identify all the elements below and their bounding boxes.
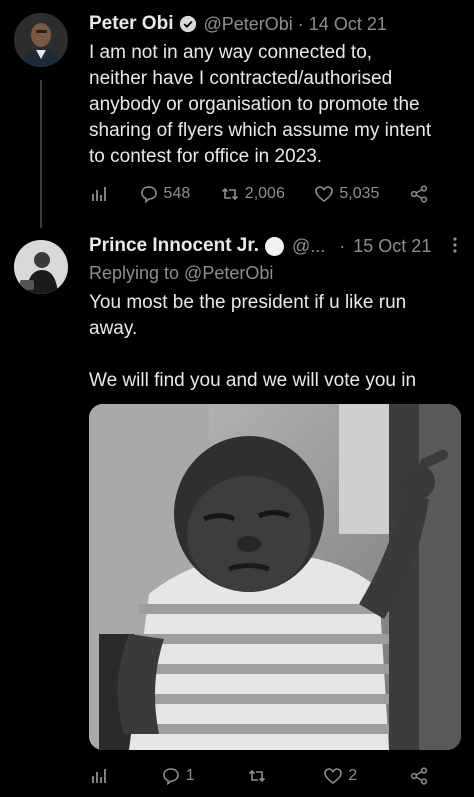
share-button[interactable] (409, 766, 429, 786)
retweet-icon (248, 769, 265, 783)
tweet-text-line: neither have I contracted/authorised (89, 68, 393, 89)
share-button[interactable] (409, 184, 429, 204)
tweet-text: You most be the president if u like run … (89, 290, 464, 394)
author-handle[interactable]: @... (292, 236, 325, 257)
analytics-icon (92, 187, 106, 201)
share-icon (410, 767, 428, 785)
author-name[interactable]: Prince Innocent Jr. (89, 235, 259, 257)
author-name[interactable]: Peter Obi (89, 13, 173, 35)
retweet-button[interactable] (247, 766, 272, 786)
reply-button[interactable]: 1 (161, 766, 195, 786)
tweet-text-line: I am not in any way connected to, (89, 42, 373, 63)
like-button[interactable]: 5,035 (314, 184, 379, 204)
reply-count: 548 (163, 185, 191, 202)
like-button[interactable]: 2 (323, 766, 357, 786)
separator-dot: · (339, 235, 346, 256)
reply-button[interactable]: 548 (139, 184, 191, 204)
author-handle[interactable]: @PeterObi (203, 14, 292, 35)
reply-icon (140, 186, 157, 204)
analytics-button[interactable] (89, 766, 109, 786)
tweet-text-line: to contest for office in 2023. (89, 146, 323, 167)
more-options-icon[interactable] (452, 237, 458, 256)
tweet-text-line: We will find you and we will vote you in (89, 370, 417, 391)
like-count: 2 (348, 767, 358, 784)
analytics-button[interactable] (89, 184, 109, 204)
heart-icon (315, 186, 334, 203)
like-count: 5,035 (339, 185, 380, 202)
heart-icon (324, 768, 343, 785)
retweet-icon (221, 187, 238, 201)
verified-badge-icon (179, 15, 197, 33)
avatar-prince-innocent[interactable] (14, 240, 68, 294)
tweet-peter-obi[interactable]: Peter Obi @PeterObi · 14 Oct 21 I am not… (0, 0, 474, 228)
tweet-media-image[interactable] (89, 404, 461, 750)
share-icon (410, 185, 428, 203)
tweet-text: I am not in any way connected to, neithe… (89, 40, 464, 170)
reply-icon (162, 768, 179, 786)
tweet-text-line (89, 342, 464, 368)
tweet-text-line: away. (89, 318, 138, 339)
tweet-date[interactable]: 14 Oct 21 (309, 14, 387, 35)
retweet-button[interactable]: 2,006 (220, 184, 285, 204)
avatar-peter-obi[interactable] (14, 13, 68, 67)
tweet-text-line: You most be the president if u like run (89, 292, 407, 313)
meme-photo (89, 404, 461, 750)
reply-count: 1 (185, 767, 195, 784)
tweet-header: Prince Innocent Jr. @... · 15 Oct 21 (89, 235, 431, 257)
retweet-count: 2,006 (244, 185, 285, 202)
analytics-icon (92, 769, 106, 783)
tweet-actions: 1 2 (89, 766, 429, 786)
tweet-text-line: sharing of flyers which assume my intent (89, 120, 432, 141)
profile-badge-icon (265, 236, 284, 256)
tweet-date[interactable]: 15 Oct 21 (353, 236, 431, 257)
tweet-header: Peter Obi @PeterObi · 14 Oct 21 (89, 13, 387, 35)
tweet-text-line: anybody or organisation to promote the (89, 94, 420, 115)
replying-to[interactable]: Replying to @PeterObi (89, 263, 273, 284)
separator-dot: · (297, 13, 304, 34)
tweet-actions: 548 2,006 5,035 (89, 184, 429, 204)
